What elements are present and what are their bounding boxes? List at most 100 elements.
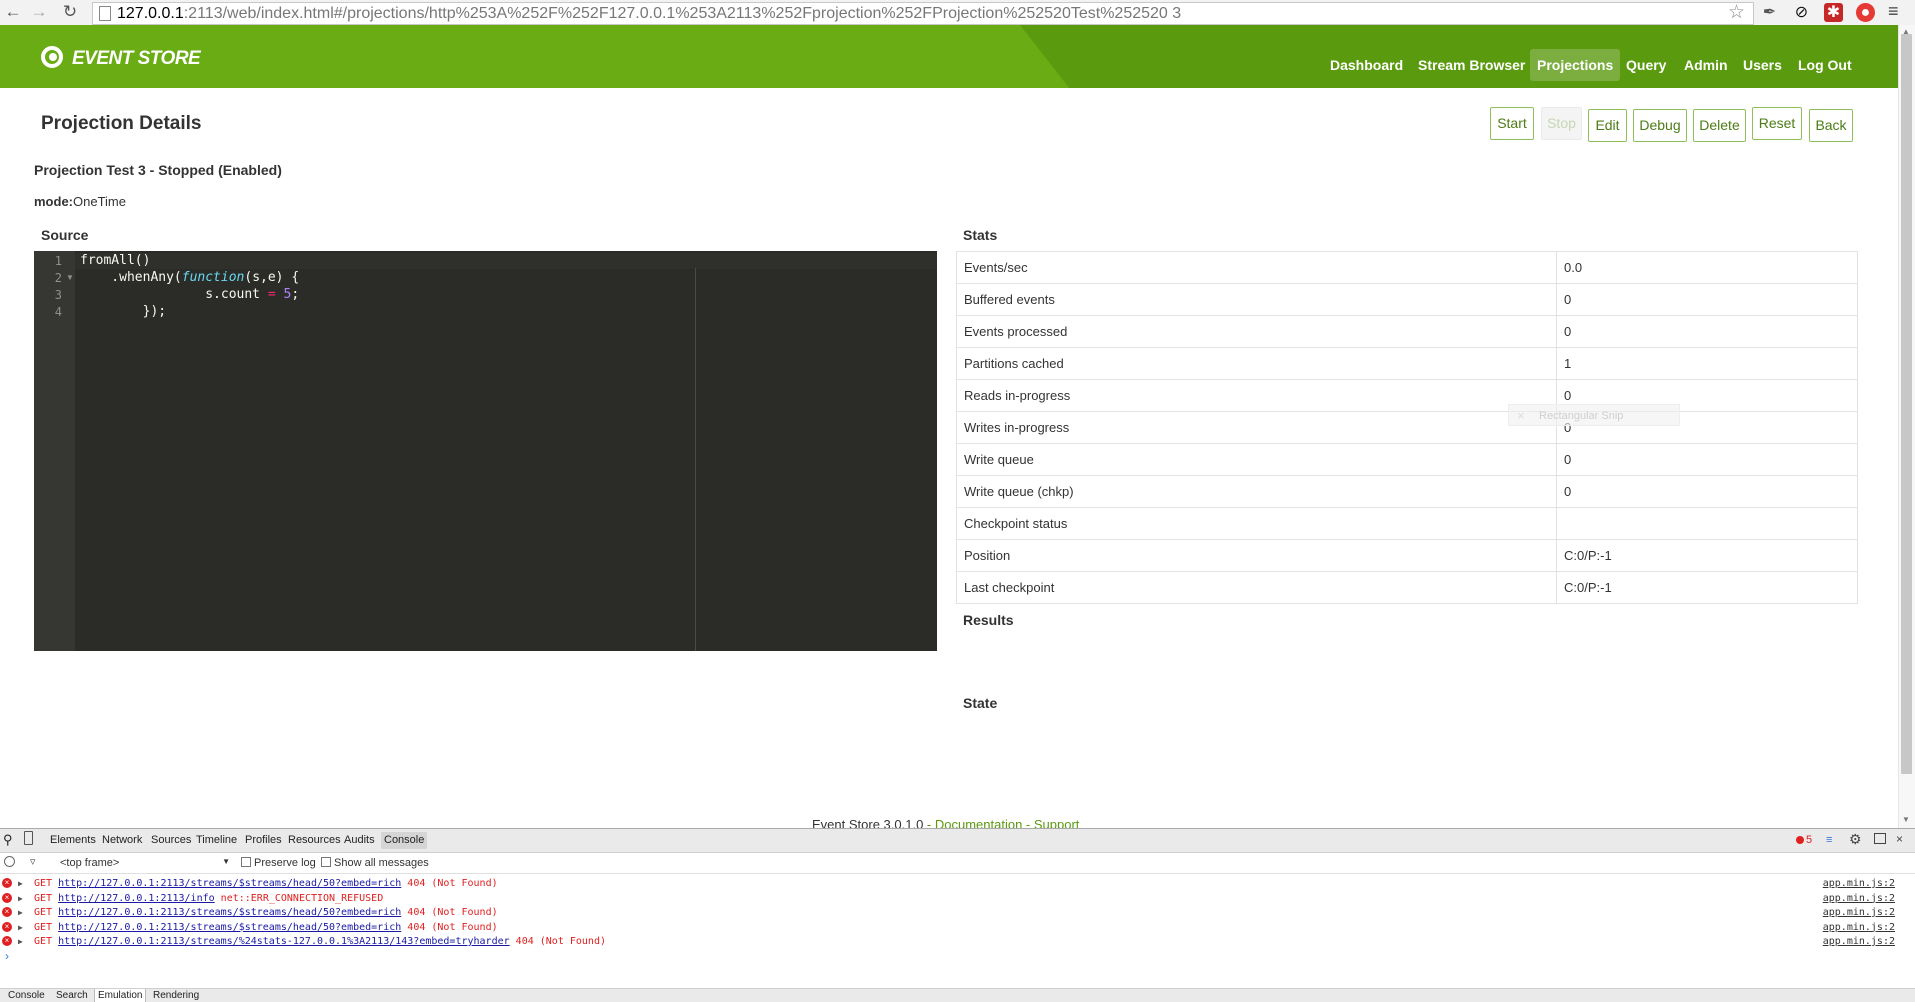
back-arrow-icon[interactable]: ← (3, 2, 23, 22)
mode-label: mode: (34, 194, 73, 209)
nav-admin[interactable]: Admin (1677, 49, 1735, 81)
frame-select[interactable]: <top frame> ▼ (60, 857, 230, 869)
fold-arrow-icon[interactable]: ▼ (66, 273, 74, 282)
nav-users[interactable]: Users (1736, 49, 1789, 81)
drawer-tab-search[interactable]: Search (56, 989, 88, 1002)
devtools-tab-audits[interactable]: Audits (344, 834, 375, 846)
stat-label: Position (956, 539, 1557, 572)
inspect-search-icon[interactable]: ⚲ (3, 832, 13, 848)
nav-log-out[interactable]: Log Out (1791, 49, 1859, 81)
console-message[interactable]: × ▶ GET http://127.0.0.1:2113/streams/$str… (0, 920, 1915, 935)
edit-button[interactable]: Edit (1588, 109, 1627, 142)
drawer-tab-rendering[interactable]: Rendering (153, 989, 199, 1002)
console-message[interactable]: × ▶ GET http://127.0.0.1:2113/streams/$str… (0, 905, 1915, 920)
source-link[interactable]: app.min.js:2 (1823, 920, 1895, 935)
stats-row: Last checkpoint C:0/P:-1 (956, 571, 1858, 604)
stat-value: 0 (1556, 443, 1858, 476)
page-icon (99, 6, 111, 21)
expand-triangle-icon[interactable]: ▶ (18, 891, 23, 906)
event-store-logo-icon[interactable] (41, 46, 63, 68)
expand-triangle-icon[interactable]: ▶ (18, 920, 23, 935)
debug-button[interactable]: Debug (1633, 109, 1687, 142)
error-icon: × (2, 907, 12, 917)
expand-triangle-icon[interactable]: ▶ (18, 905, 23, 920)
nav-projections[interactable]: Projections (1530, 49, 1621, 81)
stop-extension-icon[interactable]: ● (1856, 3, 1875, 22)
stats-row: Buffered events 0 (956, 283, 1858, 316)
stat-label: Partitions cached (956, 347, 1557, 380)
source-link[interactable]: app.min.js:2 (1823, 891, 1895, 906)
source-link[interactable]: app.min.js:2 (1823, 876, 1895, 891)
reset-button[interactable]: Reset (1752, 107, 1802, 140)
console-prompt-icon[interactable]: › (5, 949, 9, 963)
request-method: GET (34, 921, 53, 933)
logo-text[interactable]: EVENT STORE (72, 48, 201, 70)
source-link[interactable]: app.min.js:2 (1823, 934, 1895, 949)
stats-row: Write queue (chkp) 0 (956, 475, 1858, 508)
request-status: 404 (Not Found) (407, 921, 498, 933)
console-message[interactable]: × ▶ GET http://127.0.0.1:2113/streams/%24s… (0, 934, 1915, 949)
devtools-tab-sources[interactable]: Sources (151, 834, 191, 846)
code-line-2[interactable]: .whenAny(function(s,e) { (80, 270, 299, 285)
address-bar[interactable]: 127.0.0.1:2113/web/index.html#/projectio… (92, 2, 1754, 25)
back-button[interactable]: Back (1809, 109, 1853, 142)
scroll-down-icon[interactable]: ▼ (1902, 815, 1910, 824)
show-all-messages-checkbox[interactable]: Show all messages (321, 857, 429, 869)
console-message[interactable]: × ▶ GET http://127.0.0.1:2113/streams/$str… (0, 876, 1915, 891)
source-editor[interactable]: 1 2 ▼ 3 4 fromAll() .whenAny(function(s,… (34, 251, 937, 651)
code-line-1[interactable]: fromAll() (80, 253, 150, 268)
url-path: :2113/web/index.html#/projections/http%2… (183, 5, 1182, 22)
request-url-link[interactable]: http://127.0.0.1:2113/streams/$streams/h… (58, 907, 401, 918)
drawer-tab-console[interactable]: Console (8, 989, 45, 1002)
state-title: State (963, 695, 998, 711)
dock-side-icon[interactable] (1874, 833, 1886, 844)
request-url-link[interactable]: http://127.0.0.1:2113/streams/$streams/h… (58, 878, 401, 889)
devtools-tab-elements[interactable]: Elements (50, 834, 96, 846)
code-line-3[interactable]: s.count = 5; (80, 287, 299, 302)
devtools-tab-console[interactable]: Console (381, 832, 428, 849)
stat-value: 0 (1556, 475, 1858, 508)
close-devtools-icon[interactable]: × (1896, 832, 1903, 846)
nav-stream-browser[interactable]: Stream Browser (1411, 49, 1532, 81)
devtools-tab-resources[interactable]: Resources (288, 834, 341, 846)
source-link[interactable]: app.min.js:2 (1823, 905, 1895, 920)
clear-console-icon[interactable] (4, 856, 15, 867)
bookmark-star-icon[interactable]: ☆ (1728, 1, 1745, 24)
asterisk-extension-icon[interactable]: ✱ (1824, 3, 1843, 22)
scrollbar-thumb[interactable] (1901, 34, 1912, 774)
reload-icon[interactable]: ↻ (60, 2, 80, 22)
line-number: 1 (54, 254, 62, 268)
console-message[interactable]: × ▶ GET http://127.0.0.1:2113/info net::ER… (0, 891, 1915, 906)
line-number: 2 (54, 271, 62, 285)
mode-value: OneTime (73, 194, 126, 209)
start-button[interactable]: Start (1490, 107, 1534, 140)
devtools-tab-timeline[interactable]: Timeline (196, 834, 237, 846)
delete-button[interactable]: Delete (1693, 109, 1746, 142)
stop-button[interactable]: Stop (1541, 107, 1582, 140)
eyedropper-extension-icon[interactable]: ✒ (1760, 3, 1779, 22)
nav-query[interactable]: Query (1619, 49, 1673, 81)
request-url-link[interactable]: http://127.0.0.1:2113/streams/$streams/h… (58, 922, 401, 933)
expand-triangle-icon[interactable]: ▶ (18, 934, 23, 949)
request-url-link[interactable]: http://127.0.0.1:2113/info (58, 893, 215, 904)
nav-dashboard[interactable]: Dashboard (1323, 49, 1410, 81)
error-icon: × (2, 892, 12, 903)
devtools-tab-profiles[interactable]: Profiles (245, 834, 282, 846)
stat-label: Write queue (956, 443, 1557, 476)
settings-gear-icon[interactable]: ⚙ (1849, 831, 1862, 848)
preserve-log-checkbox[interactable]: Preserve log (241, 857, 316, 869)
forward-arrow-icon[interactable]: → (29, 2, 49, 22)
error-count-badge[interactable]: 5 (1796, 834, 1812, 846)
filter-icon[interactable]: ▿ (30, 855, 36, 868)
code-line-4[interactable]: }); (80, 304, 166, 319)
line-number: 3 (54, 288, 62, 302)
mode-line: mode:OneTime (34, 194, 126, 209)
expand-triangle-icon[interactable]: ▶ (18, 876, 23, 891)
block-extension-icon[interactable]: ⊘ (1792, 3, 1811, 22)
devtools-tab-network[interactable]: Network (102, 834, 142, 846)
drawer-tab-emulation[interactable]: Emulation (94, 989, 147, 1002)
device-mode-icon[interactable] (24, 831, 33, 845)
menu-icon[interactable]: ≡ (1888, 1, 1899, 22)
console-drawer-icon[interactable]: ≡ (1826, 834, 1832, 846)
request-url-link[interactable]: http://127.0.0.1:2113/streams/%24stats-1… (58, 936, 510, 947)
